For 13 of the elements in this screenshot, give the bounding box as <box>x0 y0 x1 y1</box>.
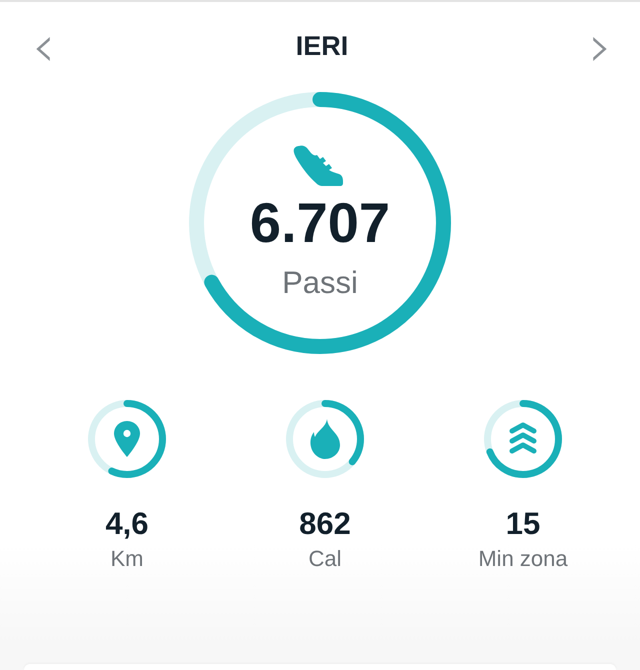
steps-label: Passi <box>282 265 358 301</box>
stat-value: 4,6 <box>105 506 149 542</box>
day-title: IERI <box>296 30 348 62</box>
location-pin-icon <box>114 421 140 457</box>
stat-label: Min zona <box>478 546 568 572</box>
steps-count: 6.707 <box>250 195 390 251</box>
stat-label: Cal <box>308 546 342 572</box>
flame-icon <box>310 419 340 459</box>
stat-value: 15 <box>506 506 540 542</box>
previous-day-button[interactable]: ‹ <box>26 20 62 72</box>
stat-value: 862 <box>299 506 351 542</box>
next-day-button[interactable]: › <box>582 20 618 72</box>
stat-label: Km <box>110 546 144 572</box>
